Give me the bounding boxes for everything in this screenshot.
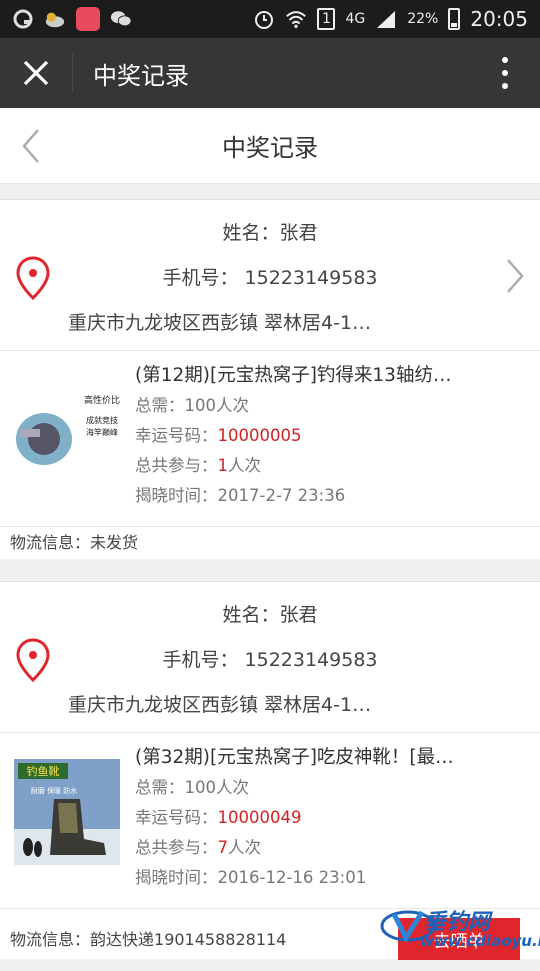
- battery-percent: 22%: [407, 11, 439, 27]
- battery-icon: [448, 8, 461, 30]
- required-count: 总需：100人次: [135, 396, 249, 415]
- svg-text:成就竞技: 成就竞技: [86, 415, 118, 425]
- lucky-number: 幸运号码：10000005: [135, 426, 302, 445]
- back-arrow-icon[interactable]: [14, 126, 54, 166]
- alarm-icon: [253, 8, 275, 30]
- signal-icon: [375, 8, 397, 30]
- product-title: (第32期)[元宝热窝子]吃皮神靴！[最…: [135, 747, 454, 768]
- product-thumbnail: 钓鱼靴 耐磨 保暖 防水: [14, 759, 120, 865]
- prize-info: (第12期)[元宝热窝子]钓得来13轴纺… 总需：100人次 幸运号码：1000…: [135, 361, 475, 511]
- status-bar: 1 4G 22% 20:05: [0, 0, 540, 38]
- wechat-icon: [110, 8, 132, 30]
- recipient-address: 重庆市九龙坡区西彭镇 翠林居4-1…: [68, 694, 372, 716]
- svg-text:钓鱼靴: 钓鱼靴: [27, 764, 60, 778]
- close-icon: [23, 60, 49, 86]
- close-button[interactable]: [0, 38, 72, 108]
- svg-text:海竿巅峰: 海竿巅峰: [86, 427, 118, 437]
- weather-icon: [44, 8, 66, 30]
- recipient-phone: 手机号： 15223149583: [162, 267, 378, 289]
- app-bar-title: 中奖记录: [93, 61, 189, 90]
- recipient-name: 姓名：张君: [222, 222, 318, 244]
- clock: 20:05: [470, 7, 528, 31]
- page-title: 中奖记录: [222, 134, 318, 162]
- network-type: 4G: [345, 11, 366, 27]
- page-header: 中奖记录: [0, 108, 540, 184]
- lucky-number: 幸运号码：10000049: [135, 808, 302, 827]
- recipient-address: 重庆市九龙坡区西彭镇 翠林居4-1…: [68, 312, 372, 334]
- svg-text:高性价比: 高性价比: [84, 394, 120, 406]
- participation-count: 总共参与：7人次: [135, 838, 261, 857]
- product-thumbnail: 高性价比 成就竞技 海竿巅峰: [14, 377, 120, 483]
- prize-item[interactable]: 高性价比 成就竞技 海竿巅峰 (第12期)[元宝热窝子]钓得来13轴纺… 总需：…: [0, 351, 540, 527]
- wifi-icon: [285, 8, 307, 30]
- address-section[interactable]: 姓名：张君 手机号： 15223149583 重庆市九龙坡区西彭镇 翠林居4-1…: [0, 581, 540, 733]
- app-bar: 中奖记录: [0, 38, 540, 108]
- browser-icon: [12, 8, 34, 30]
- more-menu-button[interactable]: [470, 38, 540, 108]
- participation-count: 总共参与：1人次: [135, 456, 261, 475]
- share-order-button[interactable]: 去晒单: [398, 918, 520, 960]
- chevron-right-icon: [507, 259, 524, 293]
- prize-info: (第32期)[元宝热窝子]吃皮神靴！[最… 总需：100人次 幸运号码：1000…: [135, 743, 475, 893]
- required-count: 总需：100人次: [135, 778, 249, 797]
- prize-item[interactable]: 钓鱼靴 耐磨 保暖 防水 (第32期)[元宝热窝子]吃皮神靴！[最… 总需：10…: [0, 733, 540, 909]
- product-title: (第12期)[元宝热窝子]钓得来13轴纺…: [135, 365, 452, 386]
- sim-icon: 1: [317, 8, 336, 30]
- app-notification-icon: [76, 7, 100, 31]
- win-record-card: 姓名：张君 手机号： 15223149583 重庆市九龙坡区西彭镇 翠林居4-1…: [0, 581, 540, 959]
- svg-text:耐磨 保暖 防水: 耐磨 保暖 防水: [31, 786, 77, 795]
- more-dots-icon: [502, 57, 508, 63]
- address-section[interactable]: 姓名：张君 手机号： 15223149583 重庆市九龙坡区西彭镇 翠林居4-1…: [0, 199, 540, 351]
- reveal-time: 揭晓时间：2017-2-7 23:36: [135, 486, 346, 505]
- logistics-info: 物流信息：未发货: [10, 533, 139, 552]
- reveal-time: 揭晓时间：2016-12-16 23:01: [135, 868, 367, 887]
- recipient-phone: 手机号： 15223149583: [162, 649, 378, 671]
- win-record-card: 姓名：张君 手机号： 15223149583 重庆市九龙坡区西彭镇 翠林居4-1…: [0, 199, 540, 559]
- recipient-name: 姓名：张君: [222, 604, 318, 626]
